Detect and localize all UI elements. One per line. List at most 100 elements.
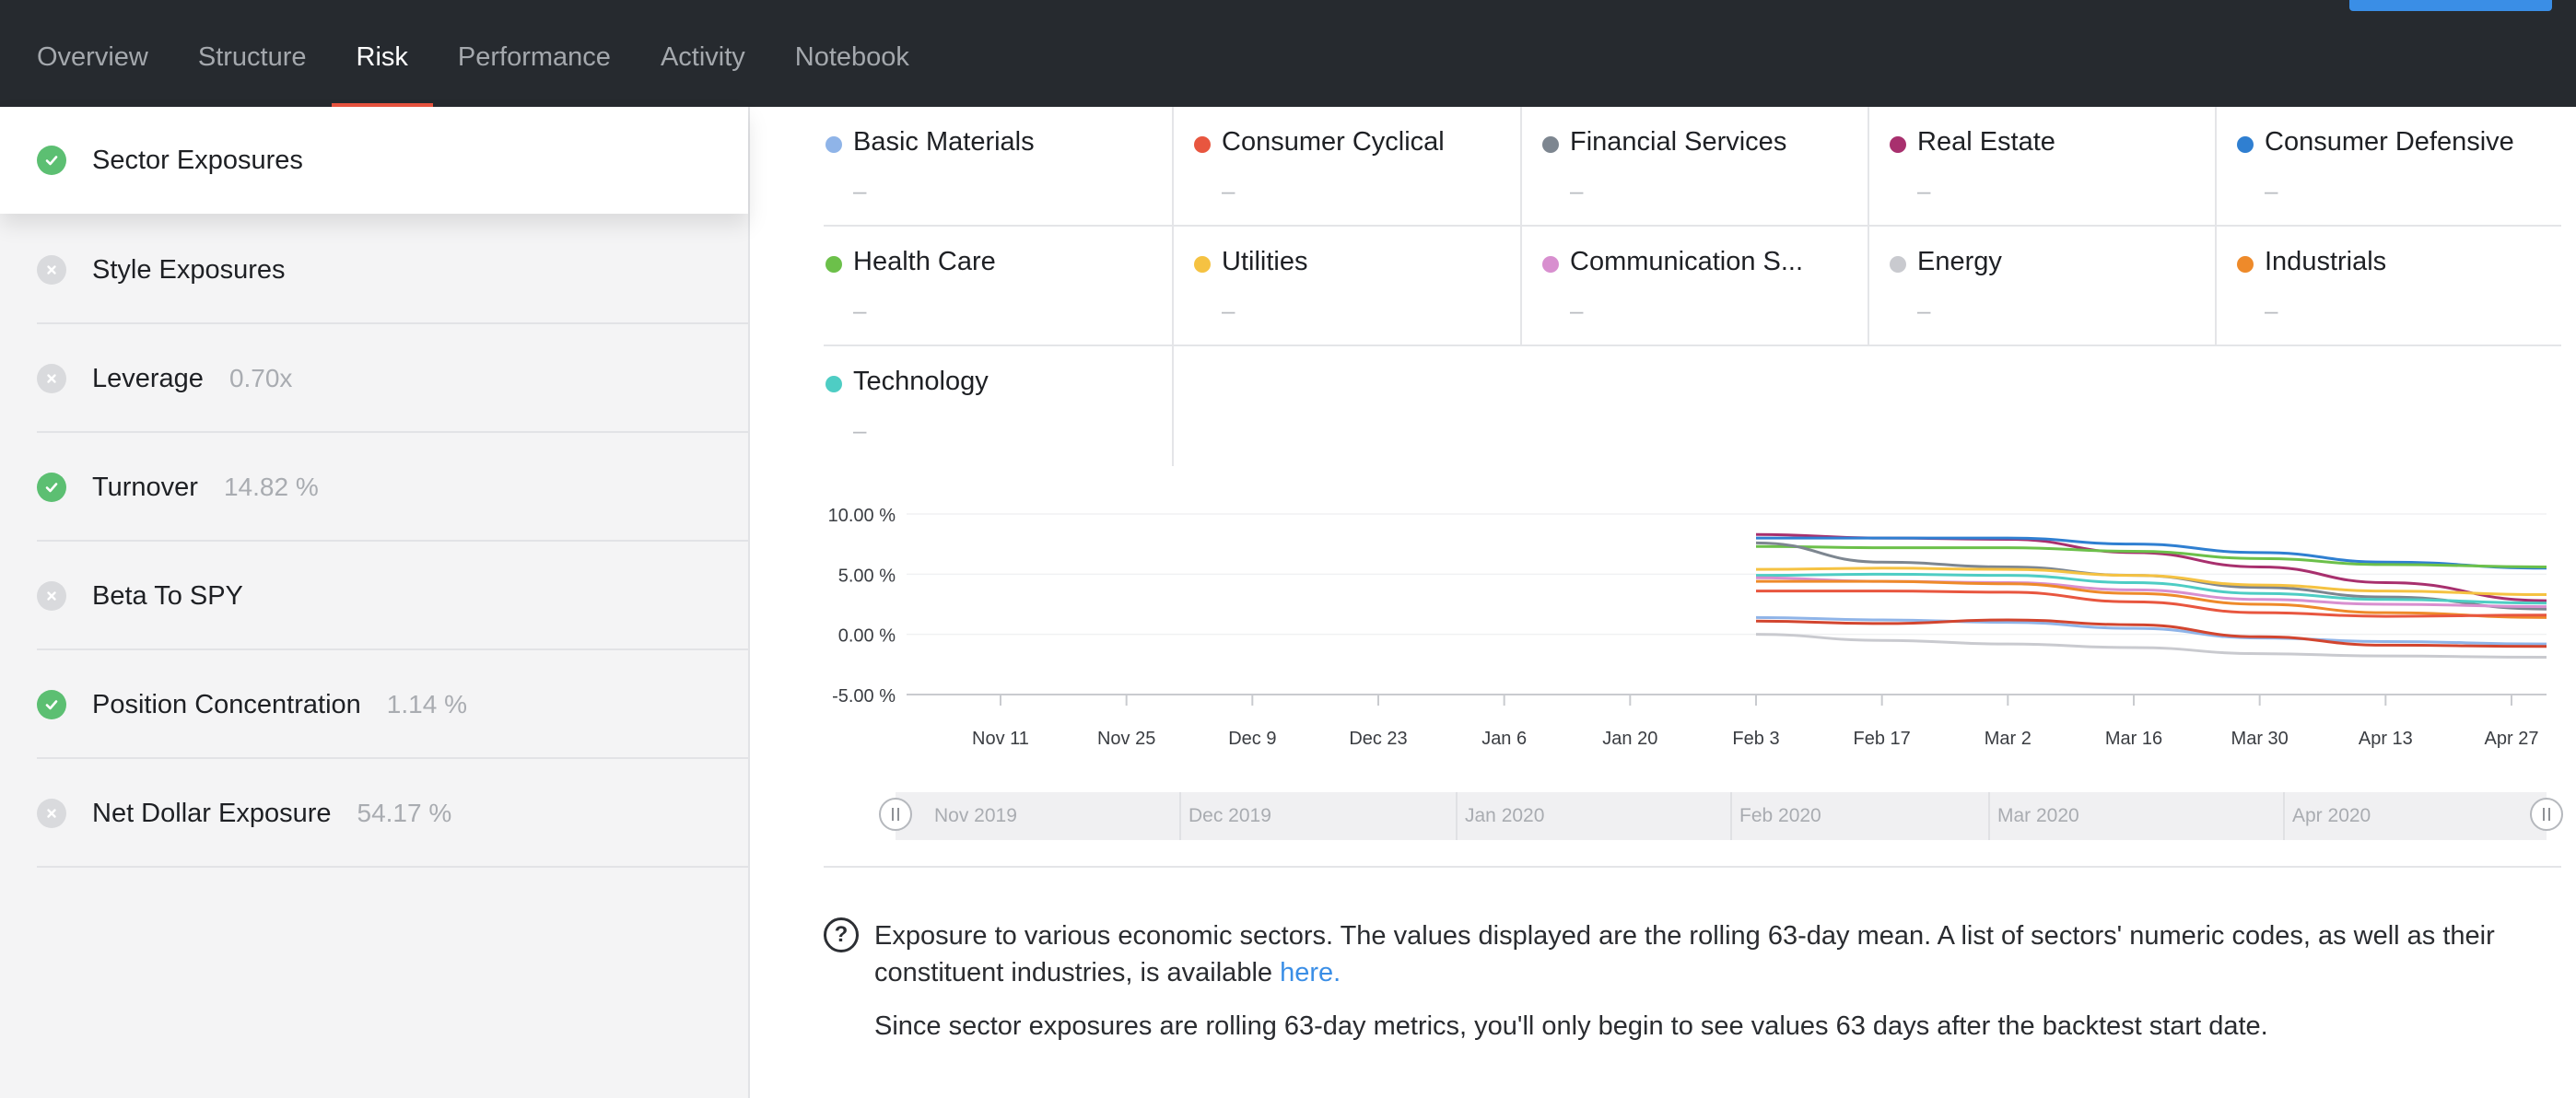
legend-color-dot — [2237, 256, 2254, 273]
legend-item-name: Real Estate — [1917, 127, 2055, 157]
legend-row-divider — [824, 345, 2561, 346]
legend-item[interactable]: Industrials – — [2235, 227, 2561, 346]
tab-performance[interactable]: Performance — [433, 0, 636, 107]
legend-col-divider — [1172, 107, 1174, 346]
divider — [37, 866, 748, 868]
sidebar-item-text: Net Dollar Exposure 54.17 % — [92, 799, 451, 829]
x-tick-label: Mar 16 — [2105, 729, 2162, 749]
check-icon — [37, 146, 66, 175]
legend-item[interactable]: Consumer Cyclical – — [1192, 107, 1540, 227]
legend-color-dot — [1194, 256, 1211, 273]
legend-color-dot — [1542, 136, 1559, 153]
sidebar-item-value: 14.82 % — [223, 472, 319, 501]
sidebar-item-net-dollar-exposure[interactable]: Net Dollar Exposure 54.17 % — [0, 759, 748, 868]
legend-item[interactable]: Real Estate – — [1888, 107, 2235, 227]
y-tick-label: 5.00 % — [838, 566, 896, 586]
navigator-month-label: Mar 2020 — [1988, 792, 2079, 840]
sidebar-item-label: Style Exposures — [92, 254, 286, 285]
legend-item[interactable]: Utilities – — [1192, 227, 1540, 346]
legend-item[interactable]: Health Care – — [824, 227, 1172, 346]
sidebar-item-style-exposures[interactable]: Style Exposures — [0, 216, 748, 324]
x-icon — [37, 364, 66, 393]
sidebar-item-label: Position Concentration — [92, 689, 361, 719]
x-tick-label: Dec 23 — [1349, 729, 1407, 749]
sidebar-item-sector-exposures[interactable]: Sector Exposures — [0, 107, 748, 214]
legend-item-name: Health Care — [853, 247, 996, 276]
navigator-left-handle[interactable] — [879, 798, 912, 831]
sidebar-item-beta-to-spy[interactable]: Beta To SPY — [0, 542, 748, 650]
x-tick-label: Nov 11 — [972, 729, 1029, 749]
legend-item[interactable]: Consumer Defensive – — [2235, 107, 2561, 227]
sidebar-item-text: Beta To SPY — [92, 581, 243, 612]
legend-col-divider — [1868, 107, 1869, 346]
navigator-right-handle[interactable] — [2530, 798, 2563, 831]
legend-col-divider — [2215, 107, 2217, 346]
x-tick-label: Apr 13 — [2359, 729, 2413, 749]
tab-notebook[interactable]: Notebook — [770, 0, 934, 107]
sidebar-item-text: Style Exposures — [92, 255, 286, 286]
navigator-month-label: Jan 2020 — [1456, 792, 1544, 840]
legend-col-divider — [1172, 346, 1174, 466]
check-icon — [37, 473, 66, 502]
legend-item[interactable]: Basic Materials – — [824, 107, 1172, 227]
tab-structure[interactable]: Structure — [173, 0, 332, 107]
sidebar-item-label: Beta To SPY — [92, 580, 243, 611]
legend-item[interactable]: Financial Services – — [1540, 107, 1888, 227]
range-navigator[interactable]: Apr 2020 Mar 2020 Feb 2020 Jan 2020 Dec 2019… — [879, 792, 2563, 840]
tab-risk[interactable]: Risk — [331, 0, 434, 107]
tab-overview[interactable]: Overview — [0, 0, 173, 107]
sidebar-item-text: Position Concentration 1.14 % — [92, 690, 467, 720]
x-tick-label: Feb 17 — [1854, 729, 1911, 749]
risk-sidebar: Sector Exposures Style Exposures Leverage 0… — [0, 107, 750, 1098]
navigator-month-label: Nov 2019 — [934, 805, 1017, 826]
legend-item-name: Energy — [1917, 247, 2002, 276]
series-line — [1755, 544, 2547, 568]
legend-color-dot — [1194, 136, 1211, 153]
sector-exposure-chart: 10.00 % 5.00 % 0.00 % -5.00 % Nov 11 Nov 25 De… — [828, 506, 2547, 749]
header-action-button[interactable] — [2349, 0, 2552, 11]
description-note: Since sector exposures are rolling 63-da… — [874, 1011, 2268, 1041]
sidebar-item-position-concentration[interactable]: Position Concentration 1.14 % — [0, 650, 748, 759]
legend-color-dot — [2237, 136, 2254, 153]
divider — [824, 866, 2561, 868]
legend-item[interactable]: Technology – — [824, 346, 1172, 466]
legend-item-value: – — [853, 297, 867, 324]
legend-row-divider — [824, 225, 2561, 227]
top-nav: Overview Structure Risk Performance Acti… — [0, 0, 2576, 107]
tab-bar: Overview Structure Risk Performance Acti… — [0, 0, 934, 107]
legend-item-name: Consumer Defensive — [2265, 127, 2514, 157]
legend-item-name: Basic Materials — [853, 127, 1035, 157]
sidebar-item-label: Turnover — [92, 472, 198, 502]
description-body: Exposure to various economic sectors. Th… — [874, 921, 2495, 987]
sector-codes-link[interactable]: here. — [1280, 958, 1341, 987]
sidebar-item-value: 54.17 % — [357, 798, 452, 827]
x-tick-label: Nov 25 — [1097, 729, 1155, 749]
y-tick-label: 10.00 % — [828, 506, 896, 526]
legend-item-name: Industrials — [2265, 247, 2387, 276]
sidebar-item-turnover[interactable]: Turnover 14.82 % — [0, 433, 748, 542]
sector-description: Exposure to various economic sectors. Th… — [874, 917, 2533, 1045]
legend-color-dot — [825, 256, 842, 273]
x-tick-label: Mar 30 — [2231, 729, 2289, 749]
tab-activity[interactable]: Activity — [636, 0, 770, 107]
x-tick-label: Jan 6 — [1481, 729, 1527, 749]
legend-item[interactable]: Energy – — [1888, 227, 2235, 346]
navigator-month-label: Feb 2020 — [1730, 792, 1821, 840]
legend-color-dot — [825, 376, 842, 392]
legend-item-name: Technology — [853, 367, 989, 396]
legend-item-value: – — [1570, 297, 1584, 324]
legend-item[interactable]: Communication S... – — [1540, 227, 1888, 346]
x-tick-label: Dec 9 — [1228, 729, 1276, 749]
legend-item-name: Communication S... — [1570, 247, 1804, 276]
sidebar-item-leverage[interactable]: Leverage 0.70x — [0, 324, 748, 433]
legend-color-dot — [825, 136, 842, 153]
legend-item-value: – — [1222, 297, 1235, 324]
x-icon — [37, 799, 66, 828]
x-tick-label: Apr 27 — [2485, 729, 2539, 749]
sidebar-item-value: 0.70x — [228, 363, 293, 392]
sidebar-item-text: Sector Exposures — [92, 146, 303, 176]
legend-item-name: Utilities — [1222, 247, 1308, 276]
sidebar-item-text: Leverage 0.70x — [92, 364, 292, 394]
description-text: Exposure to various economic sectors. Th… — [874, 917, 2533, 991]
x-icon — [37, 255, 66, 285]
